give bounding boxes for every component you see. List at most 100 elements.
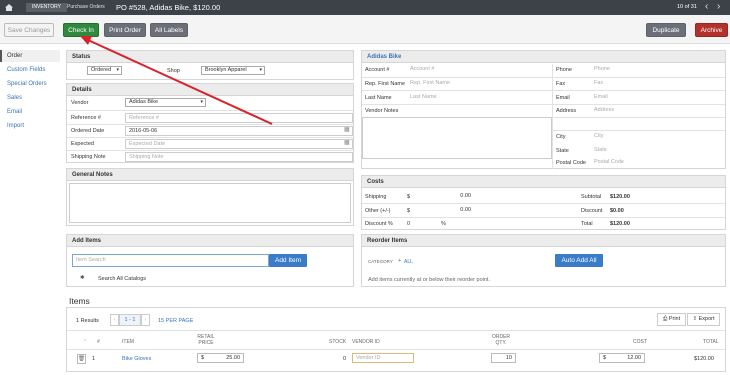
print-order-button[interactable]: Print Order	[104, 23, 146, 37]
status-panel: Status Ordered ▾ Shop Brooklyn Apparel ▾	[66, 50, 354, 80]
checkbox-icon[interactable]: ✱	[80, 275, 85, 281]
general-notes-header: General Notes	[67, 169, 353, 181]
sidebar-item-sales[interactable]: Sales	[0, 92, 60, 104]
sidebar-item-special-orders[interactable]: Special Orders	[0, 78, 60, 90]
shipping-note-input[interactable]: Shipping Note	[125, 152, 353, 162]
discount-label: Discount	[581, 208, 603, 214]
city-input[interactable]: City	[591, 132, 721, 142]
search-all-catalogs-label[interactable]: Search All Catalogs	[98, 276, 146, 282]
plus-icon[interactable]: +	[398, 258, 401, 264]
add-items-panel: Add Items Item Search Add Item ✱ Search …	[66, 234, 354, 287]
phone-input[interactable]: Phone	[591, 65, 721, 75]
status-select[interactable]: Ordered ▾	[87, 66, 122, 75]
col-stock[interactable]: STOCK	[329, 339, 346, 345]
sidebar-item-order[interactable]: Order	[0, 50, 60, 62]
state-input[interactable]: State	[591, 146, 721, 156]
vendor-header[interactable]: Adidas Bike	[362, 51, 725, 63]
vendor-notes-textarea[interactable]	[362, 117, 552, 159]
chevron-down-icon: ▾	[200, 99, 203, 105]
col-vendor-id[interactable]: VENDOR ID	[352, 339, 380, 345]
col-num[interactable]: #	[97, 339, 100, 345]
other-cost-input[interactable]: 0.00	[414, 206, 474, 216]
chevron-left-icon[interactable]: ‹	[705, 1, 708, 13]
prev-page-icon[interactable]: ‹	[110, 314, 119, 326]
chevron-right-icon[interactable]: ›	[717, 1, 720, 13]
expected-date-input[interactable]: Expected Date	[125, 139, 353, 149]
divider	[67, 110, 353, 111]
col-retail-price[interactable]: RETAIL PRICE	[192, 334, 220, 346]
divider	[553, 117, 725, 118]
trash-icon[interactable]: 🗑	[77, 354, 86, 364]
sidebar-item-custom-fields[interactable]: Custom Fields	[0, 64, 60, 76]
print-items-button[interactable]: ⎙ Print	[657, 313, 686, 326]
reference-input[interactable]: Reference #	[125, 113, 353, 123]
items-title: Items	[69, 296, 90, 306]
calendar-icon[interactable]: ▦	[344, 139, 350, 146]
divider	[553, 130, 725, 131]
vendor-id-input[interactable]: Vendor ID	[352, 353, 414, 363]
rep-first-name-input[interactable]: Rep. First Name	[407, 79, 552, 89]
currency-symbol: $	[407, 208, 411, 214]
chevron-down-icon: ▾	[116, 67, 119, 73]
other-label: Other (+/-)	[365, 208, 391, 214]
retail-price-input[interactable]: $25.00	[197, 353, 244, 363]
per-page-select[interactable]: 15 PER PAGE	[158, 318, 193, 324]
state-label: State	[556, 148, 569, 154]
costs-header: Costs	[362, 176, 725, 188]
category-all-link[interactable]: ALL	[404, 259, 413, 265]
row-item-link[interactable]: Bike Gloves	[122, 356, 151, 362]
home-icon[interactable]	[5, 4, 13, 11]
record-pager: 10 of 31	[677, 4, 697, 10]
check-in-button[interactable]: Check In	[63, 23, 99, 37]
discount-percent-input[interactable]: 0	[407, 221, 410, 227]
vendor-select[interactable]: Adidas Bike ▾	[125, 98, 206, 107]
col-order-qty[interactable]: ORDER QTY.	[487, 334, 515, 346]
reorder-items-header: Reorder Items	[362, 235, 725, 247]
shipping-cost-input[interactable]: 0.00	[414, 192, 474, 202]
vendor-value: Adidas Bike	[129, 99, 159, 105]
sort-icon[interactable]: ⌃	[83, 339, 87, 345]
add-item-button[interactable]: Add Item	[269, 254, 307, 267]
shipping-label: Shipping	[365, 194, 387, 200]
order-qty-input[interactable]: 10	[491, 353, 516, 363]
ordered-date-input[interactable]: 2016-05-06	[125, 126, 353, 136]
currency-symbol: $	[603, 355, 607, 361]
auto-add-all-button[interactable]: Auto Add All	[555, 254, 603, 267]
account-input[interactable]: Account #	[407, 65, 552, 75]
col-item[interactable]: ITEM	[122, 339, 134, 345]
archive-button[interactable]: Archive	[695, 23, 728, 37]
chevron-down-icon: ▾	[259, 67, 262, 73]
all-labels-button[interactable]: All Labels	[150, 23, 188, 37]
sidebar-item-import[interactable]: Import	[0, 120, 60, 132]
postal-code-input[interactable]: Postal Code	[591, 158, 721, 168]
vendor-info-panel: Adidas Bike Account # Account # Rep. Fir…	[361, 50, 726, 169]
fax-input[interactable]: Fax	[591, 79, 721, 89]
email-input[interactable]: Email	[591, 93, 721, 103]
next-page-icon[interactable]: ›	[141, 314, 150, 326]
item-search-input[interactable]: Item Search	[72, 254, 269, 267]
ordered-date-label: Ordered Date	[71, 128, 105, 134]
last-name-input[interactable]: Last Name	[407, 93, 552, 103]
breadcrumb-inventory[interactable]: INVENTORY	[26, 3, 67, 12]
col-total[interactable]: TOTAL	[703, 339, 719, 345]
duplicate-button[interactable]: Duplicate	[646, 23, 686, 37]
general-notes-textarea[interactable]	[69, 183, 351, 223]
calendar-icon[interactable]: ▦	[344, 126, 350, 133]
costs-panel: Costs Shipping $ 0.00 Other (+/-) $ 0.00…	[361, 175, 726, 230]
shop-select[interactable]: Brooklyn Apparel ▾	[201, 66, 265, 75]
results-count: 1 Results	[76, 318, 99, 324]
category-label: CATEGORY	[368, 259, 393, 264]
breadcrumb-purchase-orders[interactable]: Purchase Orders	[67, 0, 105, 15]
address-input[interactable]: Address	[591, 106, 721, 116]
general-notes-panel: General Notes	[66, 168, 354, 226]
divider	[67, 124, 353, 125]
sidebar-item-email[interactable]: Email	[0, 106, 60, 118]
divider	[67, 330, 725, 331]
row-total: $120.00	[694, 356, 714, 362]
currency-symbol: $	[201, 355, 205, 361]
export-button[interactable]: ⇪ Export	[687, 313, 720, 326]
cost-input[interactable]: $12.00	[599, 353, 645, 363]
col-cost[interactable]: COST	[633, 339, 647, 345]
save-changes-button[interactable]: Save Changes	[4, 23, 54, 37]
shop-label: Shop	[167, 68, 180, 74]
